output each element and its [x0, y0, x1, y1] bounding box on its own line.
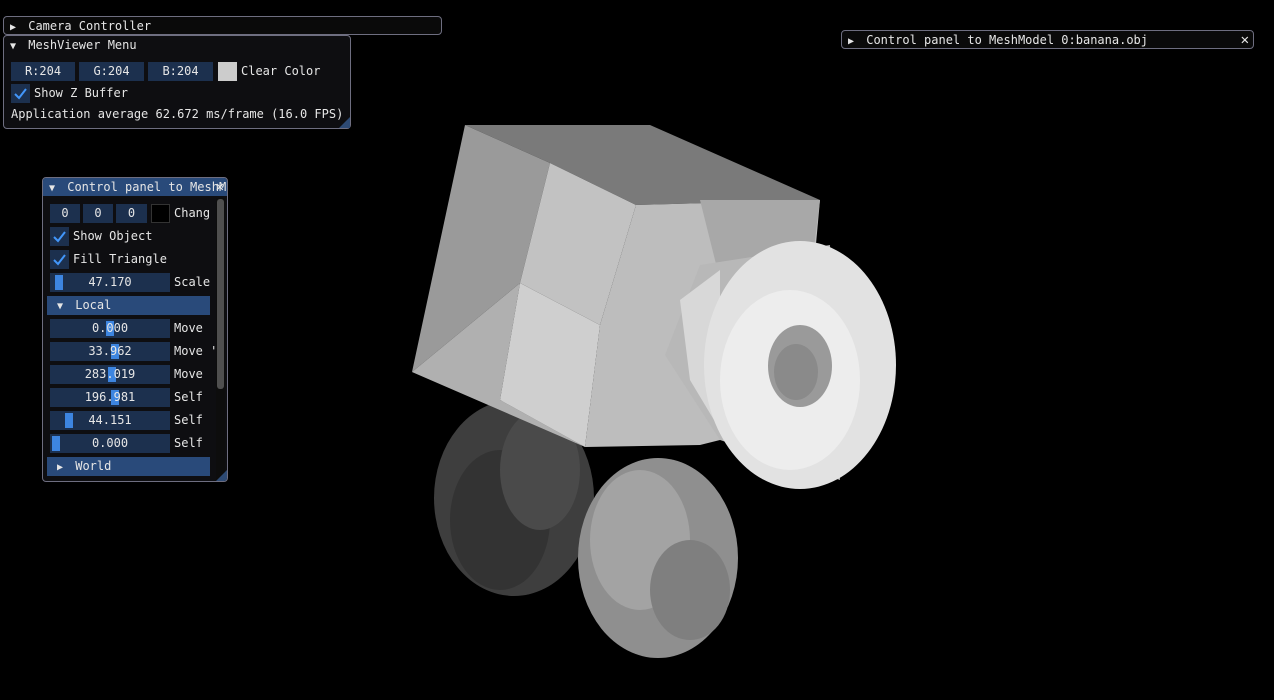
- slider-grab[interactable]: [64, 413, 73, 428]
- clear-color-label: Clear Color: [241, 64, 321, 78]
- camera-controller-window[interactable]: ▶ Camera Controller: [3, 16, 442, 35]
- slider-label: Move ': [174, 344, 218, 358]
- self-rotate-y-slider[interactable]: 44.151: [50, 411, 170, 430]
- model-panel-collapsed-title: Control panel to MeshModel 0:banana.obj: [866, 33, 1148, 47]
- clear-color-swatch[interactable]: [218, 62, 237, 81]
- scale-label: Scale: [174, 275, 211, 289]
- color-swatch[interactable]: [151, 204, 170, 223]
- meshviewer-menu-title: MeshViewer Menu: [28, 38, 137, 52]
- slider-value: 196.981: [84, 390, 136, 404]
- scrollbar-thumb[interactable]: [217, 199, 224, 389]
- slider-value: 44.151: [88, 413, 132, 427]
- resize-grip[interactable]: [216, 470, 227, 481]
- collapse-arrow-icon[interactable]: ▼: [10, 38, 21, 54]
- local-slider-row: 44.151 Self: [43, 411, 213, 430]
- show-object-label: Show Object: [73, 229, 153, 243]
- show-z-buffer-checkbox[interactable]: [11, 84, 30, 103]
- local-slider-row: 196.981 Self: [43, 388, 213, 407]
- checkmark-icon: [53, 231, 66, 243]
- local-slider-row: 33.962 Move ': [43, 342, 217, 361]
- show-object-checkbox[interactable]: [50, 227, 69, 246]
- clear-color-b-field[interactable]: B:204: [148, 62, 213, 81]
- meshviewer-menu-window[interactable]: ▼ MeshViewer Menu R:204 G:204 B:204 Clea…: [3, 35, 351, 129]
- slider-label: Self: [174, 390, 203, 404]
- close-icon[interactable]: ✕: [216, 178, 224, 196]
- meshviewer-menu-titlebar[interactable]: ▼ MeshViewer Menu: [4, 36, 350, 54]
- sphere-mesh-right: [578, 458, 738, 658]
- close-icon[interactable]: ✕: [1241, 31, 1249, 49]
- expand-arrow-icon[interactable]: ▶: [10, 19, 21, 35]
- slider-value: 0.000: [91, 321, 129, 335]
- slider-label: Self: [174, 436, 203, 450]
- fps-readout: Application average 62.672 ms/frame (16.…: [11, 107, 344, 121]
- collapse-arrow-icon[interactable]: ▼: [57, 297, 68, 316]
- self-rotate-x-slider[interactable]: 196.981: [50, 388, 170, 407]
- clear-color-g-field[interactable]: G:204: [79, 62, 144, 81]
- change-color-label: Chang: [174, 206, 211, 220]
- move-z-slider[interactable]: 283.019: [50, 365, 170, 384]
- slider-label: Move: [174, 321, 203, 335]
- checkmark-icon: [53, 254, 66, 266]
- fill-triangle-checkbox[interactable]: [50, 250, 69, 269]
- camera-controller-titlebar[interactable]: ▶ Camera Controller: [4, 17, 441, 35]
- slider-grab[interactable]: [55, 275, 64, 290]
- local-slider-row: 283.019 Move: [43, 365, 213, 384]
- vertical-scrollbar[interactable]: [216, 198, 225, 481]
- color-field-r[interactable]: 0: [50, 204, 80, 223]
- local-header-label: Local: [75, 298, 112, 312]
- model-panel-title: Control panel to MeshM: [67, 180, 227, 194]
- model-panel-titlebar[interactable]: ▼ Control panel to MeshM: [43, 178, 227, 196]
- expand-arrow-icon[interactable]: ▶: [57, 458, 68, 477]
- slider-label: Move: [174, 367, 203, 381]
- move-y-slider[interactable]: 33.962: [50, 342, 170, 361]
- local-slider-row: 0.000 Self: [43, 434, 213, 453]
- scale-slider[interactable]: 47.170: [50, 273, 170, 292]
- show-z-buffer-label: Show Z Buffer: [34, 86, 128, 100]
- slider-label: Self: [174, 413, 203, 427]
- slider-value: 33.962: [88, 344, 132, 358]
- local-header[interactable]: ▼ Local: [47, 296, 210, 315]
- camera-controller-title: Camera Controller: [28, 19, 152, 33]
- world-header[interactable]: ▶ World: [47, 457, 210, 476]
- model-control-panel-window[interactable]: ▼ Control panel to MeshM ✕ 0 0 0 Chang S…: [42, 177, 228, 482]
- model-panel-collapsed-window[interactable]: ▶ Control panel to MeshModel 0:banana.ob…: [841, 30, 1254, 49]
- collapse-arrow-icon[interactable]: ▼: [49, 180, 60, 196]
- slider-value: 283.019: [84, 367, 136, 381]
- scale-value: 47.170: [88, 275, 132, 289]
- fill-triangle-label: Fill Triangle: [73, 252, 167, 266]
- move-x-slider[interactable]: 0.000: [50, 319, 170, 338]
- color-field-b[interactable]: 0: [116, 204, 147, 223]
- clear-color-r-field[interactable]: R:204: [11, 62, 75, 81]
- self-rotate-z-slider[interactable]: 0.000: [50, 434, 170, 453]
- resize-grip[interactable]: [339, 117, 350, 128]
- slider-grab[interactable]: [52, 436, 60, 451]
- world-header-label: World: [75, 459, 112, 473]
- model-panel-collapsed-titlebar[interactable]: ▶ Control panel to MeshModel 0:banana.ob…: [842, 31, 1253, 49]
- slider-value: 0.000: [91, 436, 129, 450]
- expand-arrow-icon[interactable]: ▶: [848, 33, 859, 49]
- color-field-g[interactable]: 0: [83, 204, 113, 223]
- local-slider-list: 0.000 Move 33.962 Move ' 283.019 Move 19…: [43, 319, 217, 459]
- checkmark-icon: [14, 88, 27, 100]
- local-slider-row: 0.000 Move: [43, 319, 213, 338]
- cylinder-mesh: [665, 241, 896, 489]
